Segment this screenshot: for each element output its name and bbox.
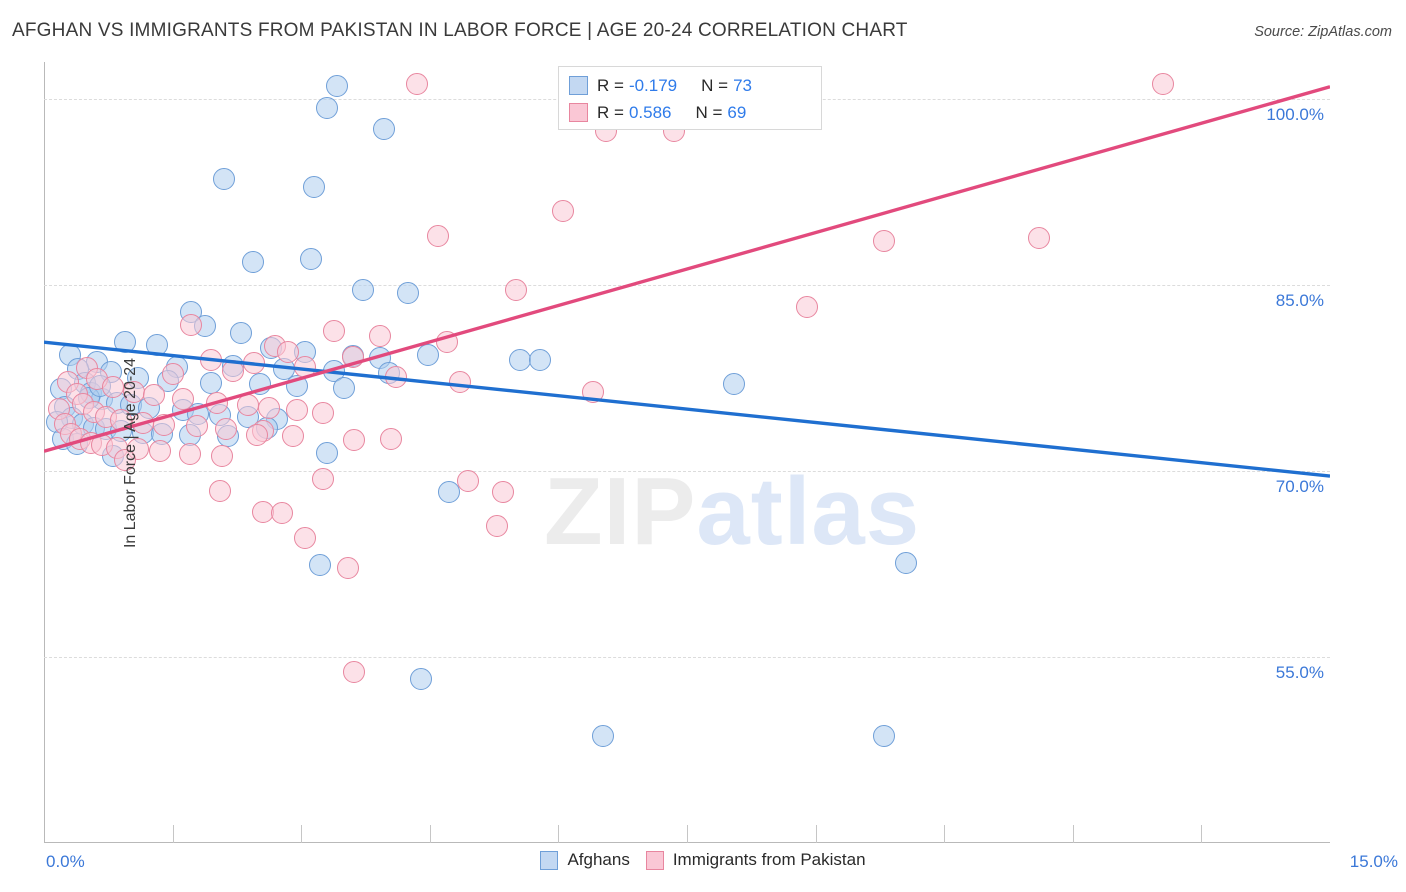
page-title: AFGHAN VS IMMIGRANTS FROM PAKISTAN IN LA… [12, 20, 908, 41]
correlation-legend-row: R = -0.179 N = 73 [569, 72, 811, 99]
plot-area: ZIPatlas 100.0% 85.0% 70.0% 55.0% In Labor … [44, 62, 1330, 843]
y-axis-tick-label: 85.0% [1275, 291, 1324, 311]
y-axis-tick-label: 55.0% [1275, 663, 1324, 683]
r-value: 0.586 [628, 102, 672, 122]
n-value: 73 [733, 75, 752, 95]
series-legend: Afghans Immigrants from Pakistan [0, 850, 1406, 870]
r-value: -0.179 [628, 75, 678, 95]
n-label: N = [695, 102, 723, 122]
trendline-pakistan [44, 85, 1330, 453]
legend-swatch-pink [569, 103, 588, 122]
legend-item-pink[interactable]: Immigrants from Pakistan [645, 850, 866, 870]
y-axis-title: In Labor Force | Age 20-24 [122, 357, 140, 548]
legend-label: Immigrants from Pakistan [672, 850, 866, 869]
y-axis-tick-label: 70.0% [1275, 477, 1324, 497]
y-axis-tick-label: 100.0% [1266, 105, 1324, 125]
trendline-afghans [44, 340, 1330, 478]
source-attribution: Source: ZipAtlas.com [1254, 24, 1392, 40]
legend-swatch-pink [645, 850, 664, 870]
n-label: N = [701, 75, 729, 95]
n-value: 69 [727, 102, 747, 122]
chart-root: AFGHAN VS IMMIGRANTS FROM PAKISTAN IN LA… [0, 0, 1406, 892]
legend-swatch-blue [540, 850, 559, 870]
r-label: R = [597, 102, 624, 122]
correlation-legend: R = -0.179 N = 73 R = 0.586 N = 69 [558, 66, 822, 130]
legend-swatch-blue [569, 76, 588, 95]
r-label: R = [597, 75, 624, 95]
correlation-legend-row: R = 0.586 N = 69 [569, 99, 811, 126]
trendlines [44, 85, 1330, 478]
legend-label: Afghans [567, 850, 630, 869]
legend-item-blue[interactable]: Afghans [540, 850, 630, 870]
